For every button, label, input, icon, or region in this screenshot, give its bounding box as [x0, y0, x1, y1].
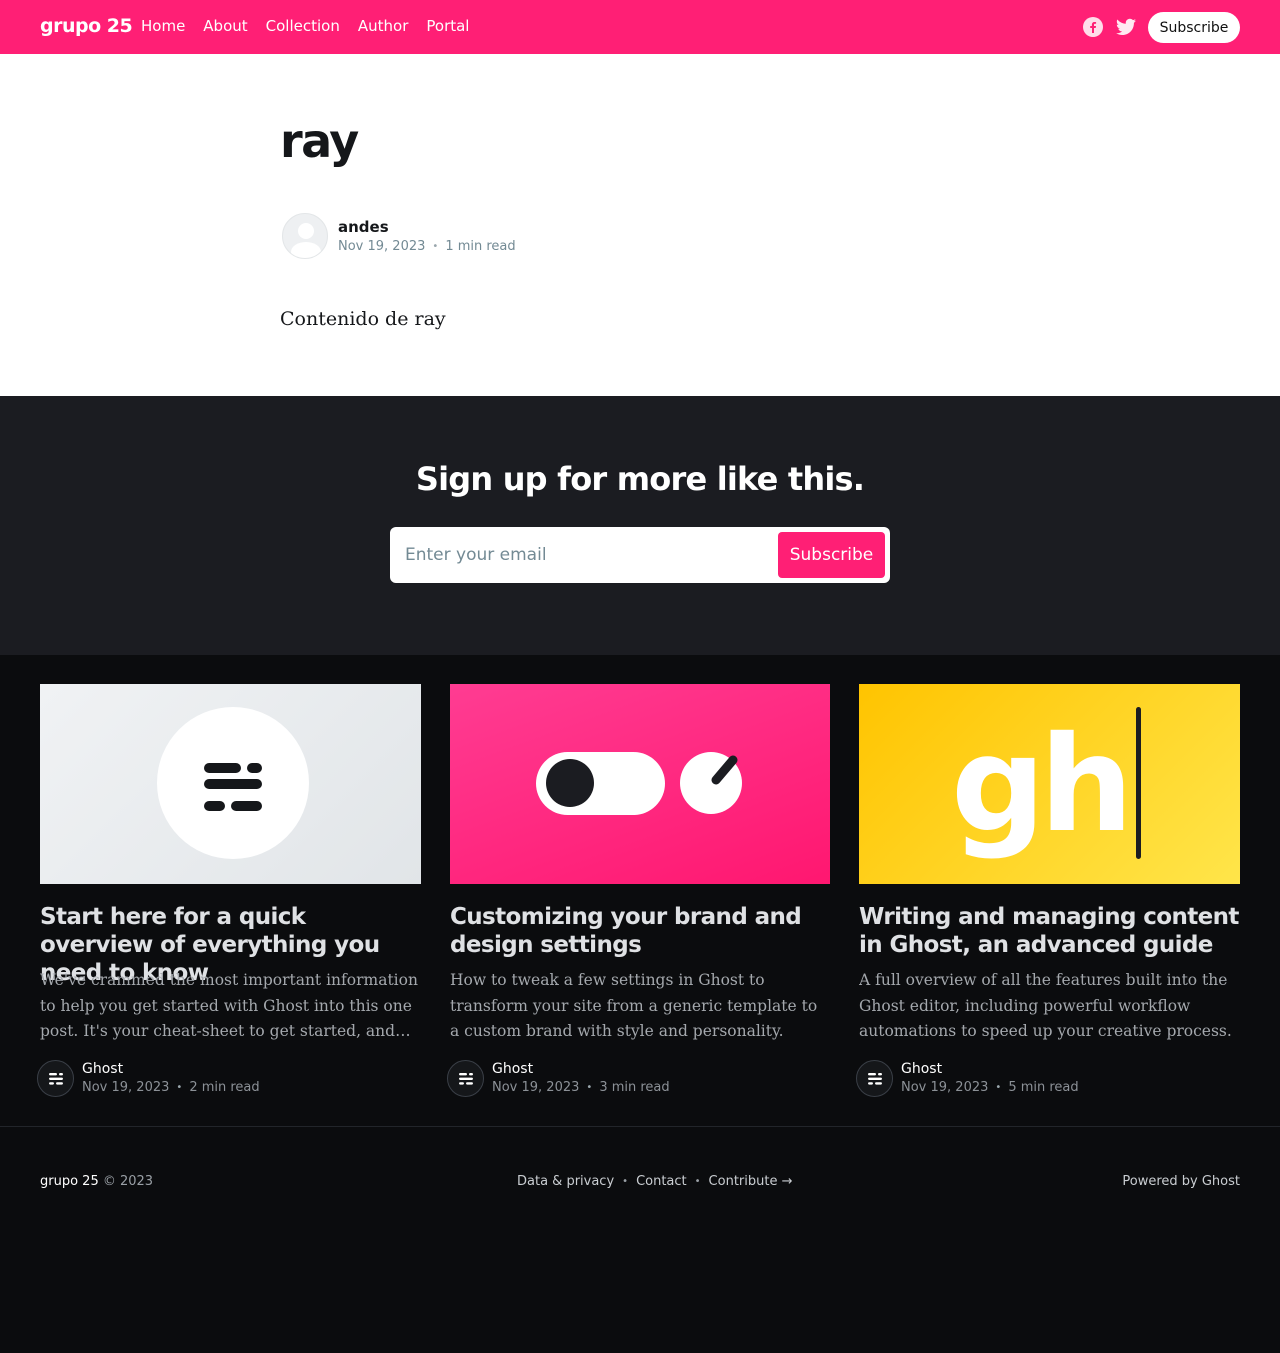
post-card-excerpt: How to tweak a few settings in Ghost to …: [450, 971, 818, 1040]
signup-cta: Sign up for more like this. Subscribe: [0, 396, 1280, 655]
post-card-title[interactable]: Writing and managing content in Ghost, a…: [859, 903, 1240, 959]
nav-link-portal[interactable]: Portal: [426, 17, 469, 35]
ghost-logo-illustration: [157, 707, 309, 859]
post-card[interactable]: Start here for a quick overview of every…: [37, 684, 421, 1097]
meta-separator: •: [432, 241, 439, 252]
cta-subscribe-button[interactable]: Subscribe: [778, 532, 885, 578]
post-reading-time: 5 min read: [1008, 1080, 1079, 1095]
gh-illustration-text: gh: [951, 708, 1127, 862]
footer-brand[interactable]: grupo 25: [40, 1174, 99, 1189]
post-reading-time: 3 min read: [599, 1080, 670, 1095]
footer-nav: Data & privacy • Contact • Contribute →: [517, 1174, 792, 1189]
ghost-icon: [48, 1072, 63, 1085]
email-input[interactable]: [393, 530, 773, 580]
footer-link-contact[interactable]: Contact: [636, 1174, 687, 1189]
nav-link-about[interactable]: About: [203, 17, 247, 35]
post-date: Nov 19, 2023: [492, 1080, 580, 1095]
toggle-dial-illustration: [536, 752, 742, 815]
copyright-year: © 2023: [98, 1174, 154, 1189]
meta-separator: •: [995, 1082, 1002, 1093]
header-subscribe-button[interactable]: Subscribe: [1148, 12, 1240, 43]
site-footer: grupo 25 © 2023 Data & privacy • Contact…: [0, 1126, 1280, 1353]
related-posts: Start here for a quick overview of every…: [0, 655, 1280, 1126]
article-date: Nov 19, 2023: [338, 239, 426, 254]
post-card-title[interactable]: Customizing your brand and design settin…: [450, 903, 830, 959]
nav-link-collection[interactable]: Collection: [266, 17, 340, 35]
author-name[interactable]: andes: [338, 218, 389, 236]
site-header: grupo 25 Home About Collection Author Po…: [0, 0, 1280, 54]
post-author-name[interactable]: Ghost: [82, 1061, 123, 1077]
footer-separator: •: [694, 1176, 701, 1187]
user-placeholder-icon: [291, 223, 321, 258]
post-author-avatar[interactable]: [856, 1060, 893, 1097]
meta-separator: •: [586, 1082, 593, 1093]
post-reading-time: 2 min read: [189, 1080, 260, 1095]
gh-cursor-illustration: gh: [951, 707, 1141, 862]
nav-link-author[interactable]: Author: [358, 17, 409, 35]
post-author-name[interactable]: Ghost: [901, 1061, 942, 1077]
site-logo[interactable]: grupo 25: [40, 15, 133, 37]
post-meta: Nov 19, 2023 • 5 min read: [901, 1080, 1079, 1095]
ghost-icon: [458, 1072, 473, 1085]
footer-link-privacy[interactable]: Data & privacy: [517, 1174, 614, 1189]
footer-link-contribute[interactable]: Contribute →: [709, 1174, 793, 1189]
meta-separator: •: [176, 1082, 183, 1093]
main-nav: Home About Collection Author Portal: [141, 17, 469, 35]
cta-title: Sign up for more like this.: [415, 460, 865, 498]
article-reading-time: 1 min read: [445, 239, 516, 254]
post-meta: Nov 19, 2023 • 3 min read: [492, 1080, 670, 1095]
post-card-image[interactable]: gh: [859, 684, 1240, 884]
footer-separator: •: [622, 1176, 629, 1187]
post-author-avatar[interactable]: [37, 1060, 74, 1097]
post-date: Nov 19, 2023: [901, 1080, 989, 1095]
footer-copyright: grupo 25 © 2023: [40, 1174, 153, 1189]
post-card-excerpt: We've crammed the most important informa…: [40, 971, 418, 1040]
post-card-excerpt: A full overview of all the features buil…: [859, 971, 1232, 1040]
post-card-image[interactable]: [40, 684, 421, 884]
article-meta: Nov 19, 2023 • 1 min read: [338, 239, 516, 254]
signup-form: Subscribe: [390, 527, 890, 583]
twitter-icon[interactable]: [1116, 17, 1136, 37]
article-body: Contenido de ray: [280, 308, 446, 330]
article-title: ray: [280, 114, 359, 168]
post-card-image[interactable]: [450, 684, 830, 884]
facebook-icon[interactable]: [1083, 17, 1103, 37]
author-avatar[interactable]: [282, 213, 328, 259]
article: ray andes Nov 19, 2023 • 1 min read Cont…: [0, 54, 1280, 396]
post-author-avatar[interactable]: [447, 1060, 484, 1097]
powered-by-link[interactable]: Powered by Ghost: [1122, 1174, 1240, 1189]
post-card[interactable]: gh Writing and managing content in Ghost…: [856, 684, 1240, 1097]
nav-link-home[interactable]: Home: [141, 17, 185, 35]
post-meta: Nov 19, 2023 • 2 min read: [82, 1080, 260, 1095]
ghost-icon: [867, 1072, 882, 1085]
post-author-name[interactable]: Ghost: [492, 1061, 533, 1077]
post-date: Nov 19, 2023: [82, 1080, 170, 1095]
post-card[interactable]: Customizing your brand and design settin…: [447, 684, 830, 1097]
